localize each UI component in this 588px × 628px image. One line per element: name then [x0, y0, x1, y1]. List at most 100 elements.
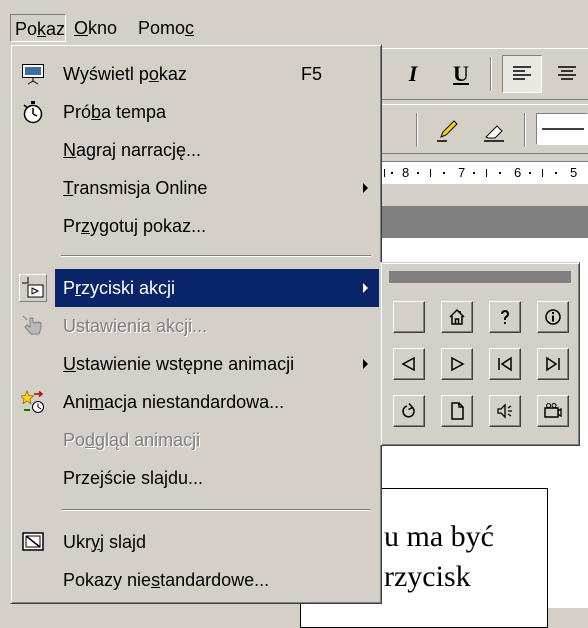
- label-text: Ustawienia akc: [63, 316, 185, 336]
- label-text: agraj narrację...: [76, 140, 202, 160]
- end-icon: [546, 356, 560, 372]
- label-mnemonic: b: [91, 102, 102, 122]
- label-text: tandardowe...: [160, 570, 270, 590]
- menu-label: Pomo: [138, 18, 186, 38]
- underline-label: U: [453, 61, 469, 86]
- menu-item-ustawienie-wstepne-animacji[interactable]: Ustawienie wstępne animacji: [13, 345, 379, 383]
- pen-button[interactable]: [430, 113, 466, 147]
- label-mnemonic: z: [81, 216, 90, 236]
- menu-label: Po: [15, 19, 38, 39]
- submenu-arrow-icon: [363, 183, 368, 193]
- action-button-forward[interactable]: [441, 348, 473, 380]
- label-mnemonic: T: [63, 178, 74, 198]
- menu-item-icon-frame: [19, 312, 47, 340]
- ruler-dot: [529, 172, 531, 174]
- menu-item-ukryj-slajd[interactable]: Ukryj slajd: [13, 523, 379, 561]
- menu-item-wyswietl-pokaz[interactable]: Wyświetl pokaz F5: [13, 55, 379, 93]
- label-text: Pokazy nie: [63, 570, 152, 590]
- line-style-button[interactable]: [536, 113, 588, 145]
- action-button-document[interactable]: [441, 395, 473, 427]
- menu-okno[interactable]: Okno: [70, 14, 121, 42]
- menu-item-label: Pokazy niestandardowe...: [63, 561, 269, 599]
- ruler-tick: [486, 169, 487, 177]
- action-button-back[interactable]: [393, 348, 425, 380]
- menu-item-transmisja-online[interactable]: Transmisja Online: [13, 169, 379, 207]
- menu-separator: [61, 509, 371, 511]
- menu-label: kno: [88, 18, 118, 38]
- submenu-arrow-icon: [363, 359, 368, 369]
- ruler-label: 7: [458, 165, 466, 180]
- action-button-home[interactable]: [441, 301, 473, 333]
- menu-item-label: Ustawienie wstępne animacji: [63, 345, 294, 383]
- italic-button[interactable]: I: [398, 59, 428, 89]
- toolbar-separator: [490, 57, 492, 91]
- label-mnemonic: y: [91, 532, 100, 552]
- label-text: a tempa: [101, 102, 167, 122]
- menu-separator: [61, 255, 371, 257]
- menu-label: az: [46, 19, 66, 39]
- toolbar-separator: [524, 113, 526, 147]
- action-button-beginning[interactable]: [489, 348, 521, 380]
- label-text: Ani: [63, 392, 90, 412]
- return-icon: [402, 403, 415, 418]
- action-button-info[interactable]: [537, 301, 569, 333]
- menu-item-podglad-animacji[interactable]: Podgląd animacji: [13, 421, 379, 459]
- label-text: kaz: [158, 64, 187, 84]
- hide-slide-icon: [22, 532, 44, 551]
- align-center-button[interactable]: [548, 55, 586, 93]
- label-mnemonic: U: [63, 354, 76, 374]
- home-icon: [449, 308, 465, 325]
- action-button-blank[interactable]: [393, 301, 425, 333]
- menu-item-label: Ukryj slajd: [63, 523, 146, 561]
- menu-item-icon-frame: [19, 528, 47, 556]
- label-text: Pr: [63, 216, 81, 236]
- menu-item-label: Próba tempa: [63, 93, 166, 131]
- label-text: ygotuj pokaz...: [90, 216, 207, 236]
- custom-animation-icon: [21, 390, 44, 413]
- ruler-label: 8: [402, 165, 410, 180]
- label-text: ransmisja Online: [73, 178, 208, 198]
- action-button-help[interactable]: [489, 301, 521, 333]
- action-button-movie[interactable]: [537, 395, 569, 427]
- submenu-arrow-icon: [363, 283, 368, 293]
- underline-button[interactable]: U: [446, 59, 476, 89]
- action-button-end[interactable]: [537, 348, 569, 380]
- menu-pokaz[interactable]: Pokaz: [10, 14, 66, 42]
- menu-item-label: Ustawienia akcji...: [63, 307, 207, 345]
- action-button-sound[interactable]: [489, 395, 521, 427]
- label-text: du...: [168, 468, 204, 488]
- formatting-toolbar: I U: [382, 48, 588, 100]
- menu-item-label: Przyciski akcji: [63, 269, 175, 307]
- align-left-button[interactable]: [502, 55, 542, 93]
- label-text: Po: [63, 430, 86, 450]
- label-text: Przejście sla: [63, 468, 165, 488]
- pen-icon: [437, 120, 458, 142]
- menu-item-przygotuj-pokaz[interactable]: Przygotuj pokaz...: [13, 207, 379, 245]
- hand-pointer-icon: [22, 315, 42, 335]
- action-buttons-palette: [380, 262, 580, 446]
- action-button-return[interactable]: [393, 395, 425, 427]
- menu-item-label: Podgląd animacji: [63, 421, 200, 459]
- action-button-icon: [22, 277, 44, 298]
- menu-item-przyciski-akcji[interactable]: Przyciski akcji: [13, 269, 379, 307]
- ruler-dot: [555, 172, 557, 174]
- palette-title-bar[interactable]: [389, 271, 571, 283]
- menu-item-proba-tempa[interactable]: Próba tempa: [13, 93, 379, 131]
- document-icon: [451, 402, 464, 420]
- eraser-button[interactable]: [476, 113, 512, 147]
- menu-pomoc[interactable]: Pomoc: [134, 14, 198, 42]
- menu-item-label: Przygotuj pokaz...: [63, 207, 206, 245]
- drawing-toolbar: [382, 104, 588, 154]
- menu-item-ustawienia-akcji[interactable]: Ustawienia akcji...: [13, 307, 379, 345]
- menu-item-pokazy-niestandardowe[interactable]: Pokazy niestandardowe...: [13, 561, 379, 599]
- line-style-icon: [542, 128, 584, 130]
- toolbar-separator: [416, 113, 418, 147]
- beginning-icon: [498, 356, 512, 372]
- help-icon: [501, 310, 509, 324]
- menu-item-przejscie-slajdu[interactable]: Przejście slajdu...: [13, 459, 379, 497]
- label-mnemonic: o: [148, 64, 159, 84]
- label-text: acja niestandardowa...: [104, 392, 285, 412]
- menu-item-animacja-niestandardowa[interactable]: Animacja niestandardowa...: [13, 383, 379, 421]
- ruler-tick: [542, 169, 543, 177]
- menu-item-nagraj-narracje[interactable]: Nagraj narrację...: [13, 131, 379, 169]
